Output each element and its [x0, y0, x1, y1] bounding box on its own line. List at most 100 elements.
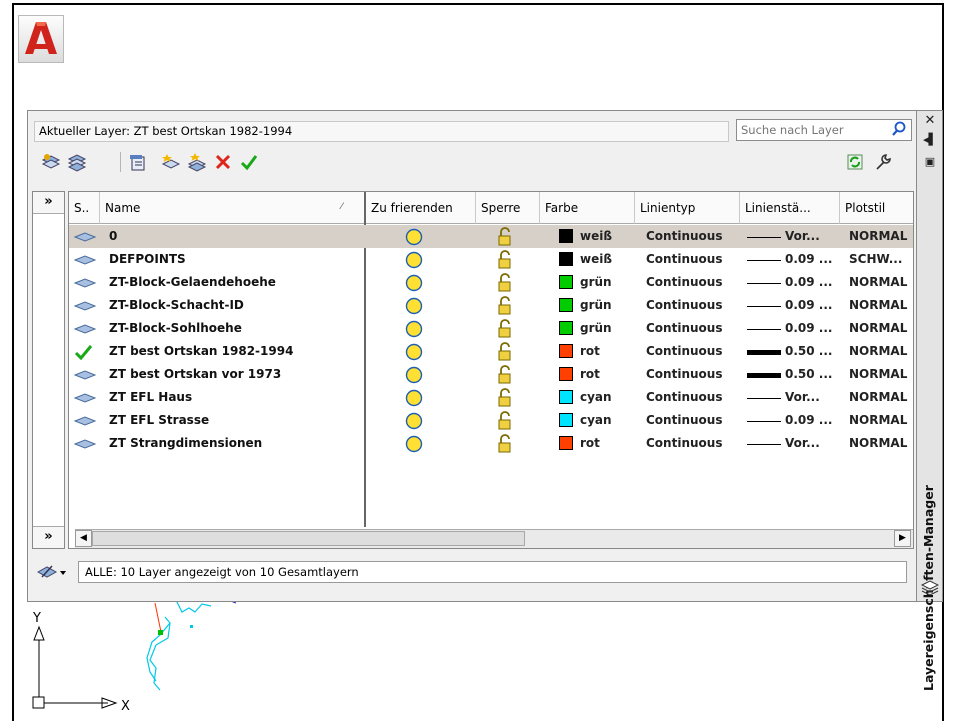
layer-row[interactable]: ZT best Ortskan 1982-1994 rot Continuous 0.…: [69, 340, 913, 363]
plotstyle[interactable]: NORMAL: [849, 294, 913, 317]
color-name[interactable]: rot: [580, 432, 640, 455]
horizontal-scrollbar[interactable]: ◀ ▶: [75, 529, 913, 548]
search-layer-input[interactable]: [736, 119, 912, 141]
layer-name[interactable]: ZT EFL Haus: [109, 386, 359, 409]
layer-name[interactable]: ZT-Block-Gelaendehoehe: [109, 271, 359, 294]
layer-status-icon[interactable]: [73, 298, 97, 314]
unlocked-padlock-icon[interactable]: [496, 250, 514, 270]
linetype[interactable]: Continuous: [646, 271, 740, 294]
layer-status-icon[interactable]: [73, 436, 97, 452]
lineweight[interactable]: Vor...: [785, 225, 845, 248]
linetype[interactable]: Continuous: [646, 432, 740, 455]
unlocked-padlock-icon[interactable]: [496, 319, 514, 339]
unlocked-padlock-icon[interactable]: [496, 273, 514, 293]
plotstyle[interactable]: NORMAL: [849, 386, 913, 409]
column-header-freeze[interactable]: Zu frierenden: [366, 192, 476, 224]
new-layer-vp-frozen-icon[interactable]: [186, 151, 208, 173]
layer-row[interactable]: ZT best Ortskan vor 1973 rot Continuous 0.5…: [69, 363, 913, 386]
layer-status-icon[interactable]: [73, 390, 97, 406]
layer-row[interactable]: DEFPOINTS weiß Continuous 0.09 ... SCHW...: [69, 248, 913, 271]
plotstyle[interactable]: NORMAL: [849, 432, 913, 455]
color-swatch[interactable]: [559, 298, 573, 312]
freeze-sun-icon[interactable]: [405, 228, 423, 246]
layer-name[interactable]: ZT-Block-Schacht-ID: [109, 294, 359, 317]
layer-name[interactable]: ZT best Ortskan 1982-1994: [109, 340, 359, 363]
new-layer-icon[interactable]: [160, 151, 182, 173]
unlocked-padlock-icon[interactable]: [496, 434, 514, 454]
freeze-sun-icon[interactable]: [405, 297, 423, 315]
column-header-name[interactable]: Name: [100, 192, 364, 224]
freeze-sun-icon[interactable]: [405, 412, 423, 430]
layer-status-icon[interactable]: [73, 367, 97, 383]
linetype[interactable]: Continuous: [646, 409, 740, 432]
properties-menu-icon[interactable]: ▣: [917, 155, 943, 168]
unlocked-padlock-icon[interactable]: [496, 296, 514, 316]
linetype[interactable]: Continuous: [646, 386, 740, 409]
current-layer-check-icon[interactable]: [73, 344, 97, 360]
color-name[interactable]: grün: [580, 271, 640, 294]
layer-name[interactable]: ZT best Ortskan vor 1973: [109, 363, 359, 386]
expand-filter-tree-button[interactable]: »: [33, 192, 64, 214]
unlocked-padlock-icon[interactable]: [496, 365, 514, 385]
layer-status-icon[interactable]: [73, 321, 97, 337]
layer-row[interactable]: ZT-Block-Gelaendehoehe grün Continuous 0.09…: [69, 271, 913, 294]
color-swatch[interactable]: [559, 367, 573, 381]
layer-row[interactable]: ZT Strangdimensionen rot Continuous Vor... N…: [69, 432, 913, 455]
close-icon[interactable]: ✕: [917, 113, 943, 128]
settings-wrench-icon[interactable]: [872, 151, 894, 173]
scroll-thumb[interactable]: [92, 531, 525, 546]
layer-row[interactable]: ZT-Block-Sohlhoehe grün Continuous 0.09 ...…: [69, 317, 913, 340]
layer-name[interactable]: ZT-Block-Sohlhoehe: [109, 317, 359, 340]
linetype[interactable]: Continuous: [646, 340, 740, 363]
color-name[interactable]: rot: [580, 363, 640, 386]
layer-name[interactable]: ZT EFL Strasse: [109, 409, 359, 432]
layer-name[interactable]: DEFPOINTS: [109, 248, 359, 271]
lineweight[interactable]: 0.09 ...: [785, 271, 845, 294]
color-name[interactable]: weiß: [580, 248, 640, 271]
freeze-sun-icon[interactable]: [405, 274, 423, 292]
plotstyle[interactable]: NORMAL: [849, 317, 913, 340]
unlocked-padlock-icon[interactable]: [496, 227, 514, 247]
layer-status-icon[interactable]: [73, 229, 97, 245]
auto-hide-icon[interactable]: ◂▌: [917, 133, 943, 146]
lineweight[interactable]: Vor...: [785, 386, 845, 409]
color-swatch[interactable]: [559, 229, 573, 243]
layer-row[interactable]: ZT EFL Haus cyan Continuous Vor... NORMAL: [69, 386, 913, 409]
freeze-sun-icon[interactable]: [405, 251, 423, 269]
layer-name[interactable]: 0: [109, 225, 359, 248]
new-property-filter-icon[interactable]: [40, 151, 62, 173]
lineweight[interactable]: 0.09 ...: [785, 317, 845, 340]
lineweight[interactable]: 0.09 ...: [785, 409, 845, 432]
color-name[interactable]: weiß: [580, 225, 640, 248]
scroll-right-arrow-icon[interactable]: ▶: [894, 530, 911, 547]
palette-title-bar[interactable]: ✕ ◂▌ ▣ Layereigenschaften-Manager: [917, 110, 943, 691]
linetype[interactable]: Continuous: [646, 294, 740, 317]
plotstyle[interactable]: NORMAL: [849, 225, 913, 248]
plotstyle[interactable]: SCHW...: [849, 248, 913, 271]
color-name[interactable]: cyan: [580, 409, 640, 432]
freeze-sun-icon[interactable]: [405, 366, 423, 384]
color-swatch[interactable]: [559, 344, 573, 358]
set-current-icon[interactable]: [238, 151, 260, 173]
lineweight[interactable]: 0.09 ...: [785, 294, 845, 317]
layer-row[interactable]: 0 weiß Continuous Vor... NORMAL: [69, 225, 913, 248]
column-header-status[interactable]: S..: [69, 192, 100, 224]
lineweight[interactable]: 0.50 ...: [785, 340, 845, 363]
freeze-sun-icon[interactable]: [405, 435, 423, 453]
freeze-sun-icon[interactable]: [405, 389, 423, 407]
plotstyle[interactable]: NORMAL: [849, 363, 913, 386]
color-swatch[interactable]: [559, 275, 573, 289]
column-header-plotstyle[interactable]: Plotstil: [840, 192, 913, 224]
layer-status-icon[interactable]: [73, 252, 97, 268]
lineweight[interactable]: Vor...: [785, 432, 845, 455]
layer-status-icon[interactable]: [73, 413, 97, 429]
color-swatch[interactable]: [559, 321, 573, 335]
color-name[interactable]: grün: [580, 317, 640, 340]
layer-row[interactable]: ZT-Block-Schacht-ID grün Continuous 0.09 ..…: [69, 294, 913, 317]
layer-row[interactable]: ZT EFL Strasse cyan Continuous 0.09 ... NORM…: [69, 409, 913, 432]
color-name[interactable]: grün: [580, 294, 640, 317]
layer-states-manager-icon[interactable]: [126, 151, 148, 173]
column-header-lock[interactable]: Sperre: [476, 192, 540, 224]
color-name[interactable]: rot: [580, 340, 640, 363]
refresh-icon[interactable]: [844, 151, 866, 173]
